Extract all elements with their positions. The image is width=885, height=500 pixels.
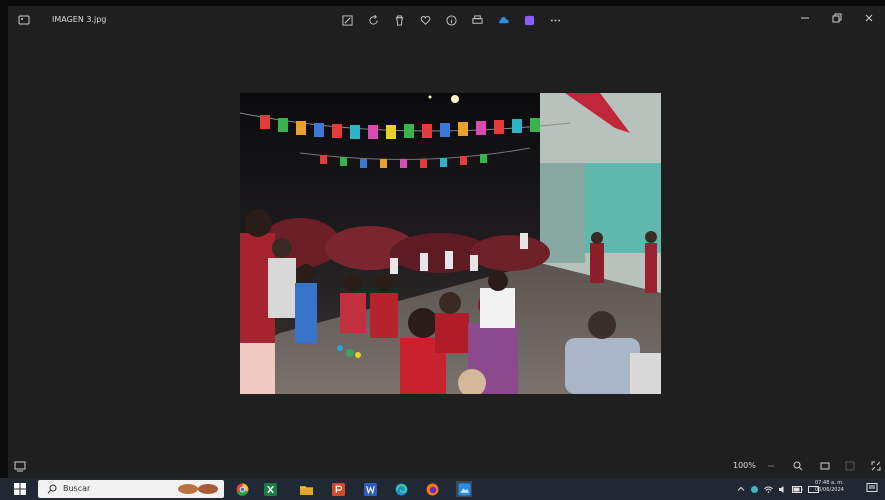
edge-taskbar-icon[interactable] — [393, 481, 409, 497]
viewer-bottom-bar: 100% — [8, 454, 885, 478]
word-taskbar-icon[interactable] — [362, 481, 378, 497]
taskbar-clock[interactable]: 07:48 a. m. 06/06/2024 — [815, 480, 844, 494]
fit-window-icon — [820, 462, 830, 470]
window-controls — [789, 6, 885, 30]
viewer-toolbar — [338, 11, 564, 29]
network-icon[interactable] — [764, 485, 773, 494]
zoom-in-button[interactable] — [791, 459, 805, 473]
displayed-photo[interactable] — [240, 93, 661, 394]
favorite-icon[interactable] — [416, 11, 434, 29]
firefox-taskbar-icon[interactable] — [424, 481, 440, 497]
close-button[interactable] — [853, 6, 885, 30]
file-explorer-taskbar-icon[interactable] — [298, 481, 314, 497]
onedrive-icon[interactable] — [494, 11, 512, 29]
title-bar: IMAGEN 3.jpg — [8, 6, 885, 34]
window-title: IMAGEN 3.jpg — [52, 15, 107, 24]
zoom-level[interactable]: 100% — [733, 461, 756, 470]
zoom-out-icon — [768, 465, 774, 467]
clock-date: 06/06/2024 — [815, 487, 844, 493]
photos-app-window: IMAGEN 3.jpg 100% — [8, 6, 885, 478]
actual-size-icon — [845, 461, 855, 471]
photos-taskbar-icon[interactable] — [456, 481, 472, 497]
photo-image — [240, 93, 661, 394]
system-tray — [737, 482, 819, 496]
app-tray-icon[interactable] — [750, 485, 759, 494]
minimize-button[interactable] — [789, 6, 821, 30]
excel-taskbar-icon[interactable] — [262, 481, 278, 497]
powerpoint-taskbar-icon[interactable] — [330, 481, 346, 497]
restore-icon — [832, 13, 842, 23]
search-highlight-icon — [178, 484, 218, 494]
photos-app-icon[interactable] — [18, 14, 30, 26]
search-icon — [47, 484, 57, 494]
full-screen-button[interactable] — [869, 459, 883, 473]
clipchamp-icon[interactable] — [520, 11, 538, 29]
maximize-button[interactable] — [821, 6, 853, 30]
delete-icon[interactable] — [390, 11, 408, 29]
fit-to-window-button[interactable] — [818, 459, 832, 473]
full-screen-icon — [871, 461, 881, 471]
edit-image-icon[interactable] — [338, 11, 356, 29]
chrome-taskbar-icon[interactable] — [234, 481, 250, 497]
info-icon[interactable] — [442, 11, 460, 29]
windows-taskbar: Buscar 07:48 a. m. 06/06/2024 — [0, 478, 885, 500]
more-options-icon[interactable] — [546, 11, 564, 29]
notifications-icon[interactable] — [866, 482, 878, 494]
minimize-icon — [801, 17, 809, 19]
clock-time: 07:48 a. m. — [815, 480, 844, 486]
rotate-icon[interactable] — [364, 11, 382, 29]
filmstrip-icon[interactable] — [14, 460, 26, 472]
taskbar-search-box[interactable]: Buscar — [38, 480, 224, 498]
windows-start-icon[interactable] — [14, 483, 26, 495]
search-placeholder: Buscar — [63, 484, 91, 493]
chevron-up-icon[interactable] — [737, 485, 745, 493]
actual-size-button[interactable] — [843, 459, 857, 473]
print-icon[interactable] — [468, 11, 486, 29]
close-icon — [865, 14, 873, 22]
zoom-in-icon — [793, 461, 803, 471]
battery-icon[interactable] — [792, 485, 803, 494]
zoom-out-button[interactable] — [764, 459, 778, 473]
volume-icon[interactable] — [778, 485, 787, 494]
